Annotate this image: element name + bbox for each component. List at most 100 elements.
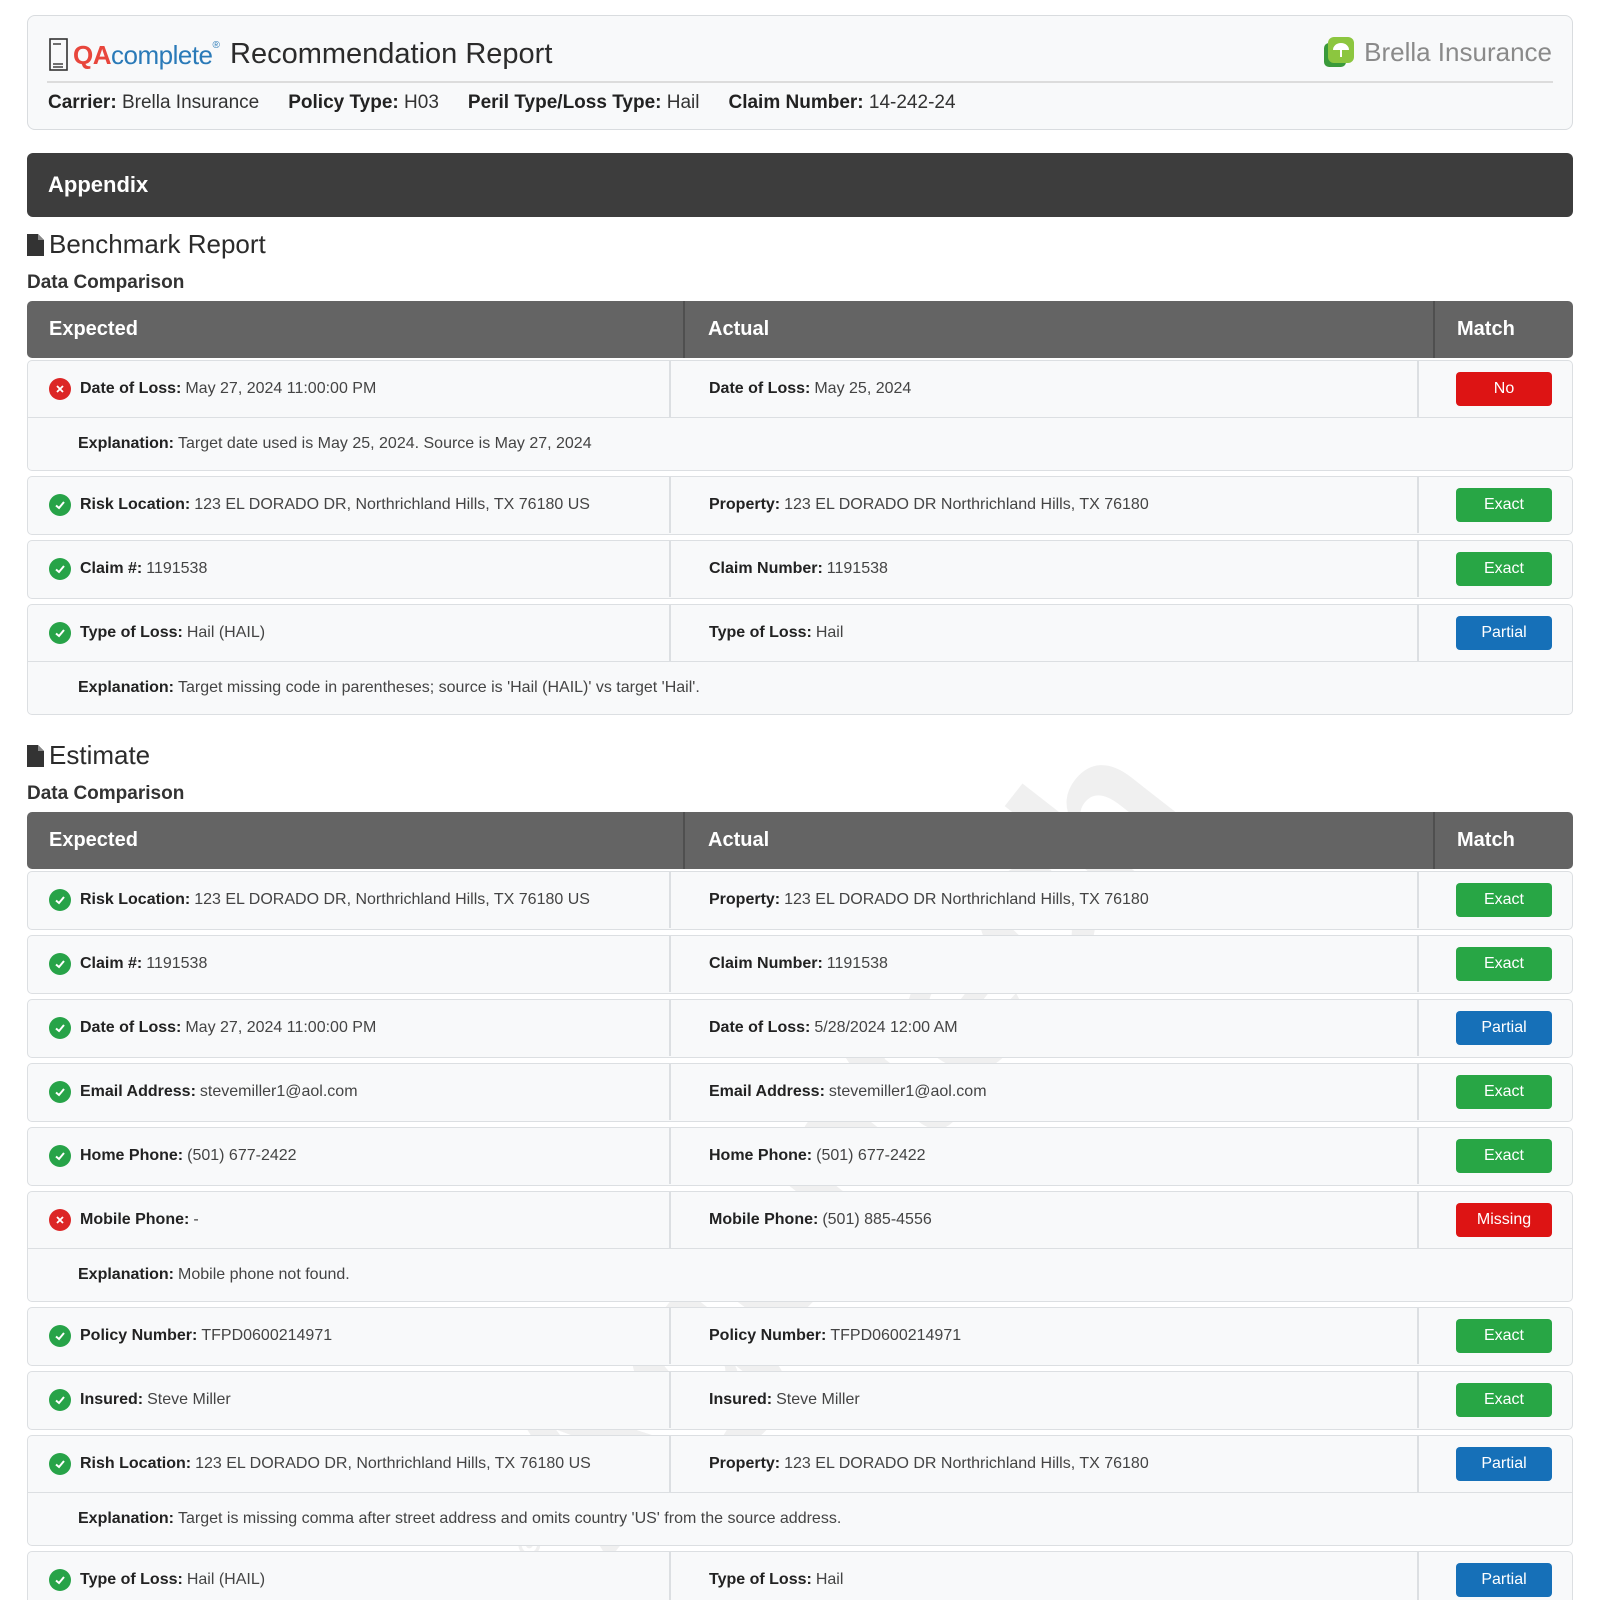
- expected-value: May 27, 2024 11:00:00 PM: [185, 380, 377, 397]
- expected-label: Home Phone:: [80, 1147, 184, 1164]
- check-circle-icon: [49, 1145, 71, 1167]
- comparison-row: Policy Number: TFPD0600214971 Policy Numbe…: [27, 1307, 1573, 1366]
- check-circle-icon: [49, 953, 71, 975]
- match-badge: Partial: [1456, 1447, 1552, 1481]
- actual-label: Mobile Phone:: [709, 1211, 819, 1228]
- actual-label: Property:: [709, 496, 781, 513]
- actual-value: 123 EL DORADO DR Northrichland Hills, TX…: [784, 891, 1149, 908]
- error-circle-icon: [49, 1209, 71, 1231]
- header-divider: [47, 81, 1553, 83]
- explanation-row: Explanation: Target missing code in paren…: [28, 661, 1572, 713]
- actual-label: Insured:: [709, 1391, 773, 1408]
- explanation-label: Explanation:: [78, 434, 175, 452]
- expected-label: Insured:: [80, 1391, 144, 1408]
- actual-cell: Home Phone: (501) 677-2422: [709, 1128, 926, 1184]
- claim-meta: Carrier: Brella Insurance Policy Type: H…: [48, 92, 985, 114]
- explanation-label: Explanation:: [78, 678, 175, 696]
- expected-label: Email Address:: [80, 1083, 196, 1100]
- comparison-row: Insured: Steve Miller Insured: Steve Miller…: [27, 1371, 1573, 1430]
- actual-label: Email Address:: [709, 1083, 825, 1100]
- actual-value: stevemiller1@aol.com: [828, 1083, 987, 1100]
- comparison-row: Risk Location: 123 EL DORADO DR, Northric…: [27, 871, 1573, 930]
- actual-cell: Date of Loss: 5/28/2024 12:00 AM: [709, 1000, 958, 1056]
- match-badge: Exact: [1456, 1139, 1552, 1173]
- file-icon: [27, 744, 44, 767]
- col-actual: Actual: [708, 829, 770, 851]
- actual-label: Date of Loss:: [709, 380, 811, 397]
- expected-value: 1191538: [146, 560, 208, 577]
- check-circle-icon: [49, 1081, 71, 1103]
- expected-cell: Rish Location: 123 EL DORADO DR, Northric…: [49, 1436, 591, 1492]
- check-circle-icon: [49, 1325, 71, 1347]
- actual-cell: Property: 123 EL DORADO DR Northrichland …: [709, 872, 1149, 928]
- explanation-text: Target missing code in parentheses; sour…: [178, 678, 700, 696]
- match-badge: Exact: [1456, 1319, 1552, 1353]
- expected-cell: Date of Loss: May 27, 2024 11:00:00 PM: [49, 1000, 376, 1056]
- expected-label: Risk Location:: [80, 891, 191, 908]
- explanation-text: Target date used is May 25, 2024. Source…: [178, 434, 592, 452]
- actual-value: (501) 677-2422: [816, 1147, 926, 1164]
- expected-value: (501) 677-2422: [187, 1147, 297, 1164]
- expected-value: stevemiller1@aol.com: [199, 1083, 358, 1100]
- error-circle-icon: [49, 378, 71, 400]
- col-expected: Expected: [49, 829, 138, 851]
- appendix-header: Appendix: [27, 153, 1573, 217]
- expected-label: Claim #:: [80, 955, 143, 972]
- expected-cell: Email Address: stevemiller1@aol.com: [49, 1064, 358, 1120]
- expected-label: Risk Location:: [80, 496, 191, 513]
- match-badge: Exact: [1456, 1383, 1552, 1417]
- actual-label: Property:: [709, 1455, 781, 1472]
- actual-value: Steve Miller: [776, 1391, 860, 1408]
- expected-cell: Mobile Phone: -: [49, 1192, 199, 1248]
- umbrella-icon: [1324, 37, 1355, 67]
- comparison-row: Risk Location: 123 EL DORADO DR, Northric…: [27, 476, 1573, 535]
- logo-wordmark: QAcomplete®: [73, 39, 220, 70]
- actual-label: Home Phone:: [709, 1147, 813, 1164]
- expected-value: -: [193, 1211, 199, 1228]
- actual-cell: Date of Loss: May 25, 2024: [709, 361, 911, 417]
- explanation-text: Mobile phone not found.: [178, 1265, 350, 1283]
- actual-value: 123 EL DORADO DR Northrichland Hills, TX…: [784, 1455, 1149, 1472]
- actual-label: Claim Number:: [709, 955, 823, 972]
- check-circle-icon: [49, 1453, 71, 1475]
- check-circle-icon: [49, 1569, 71, 1591]
- expected-value: Steve Miller: [147, 1391, 231, 1408]
- report-header: QAcomplete® Recommendation Report Brella…: [27, 15, 1573, 130]
- check-circle-icon: [49, 622, 71, 644]
- meta-carrier: Carrier: Brella Insurance: [48, 92, 260, 113]
- comparison-row: Date of Loss: May 27, 2024 11:00:00 PM Dat…: [27, 360, 1573, 471]
- explanation-text: Target is missing comma after street add…: [178, 1509, 842, 1527]
- expected-cell: Type of Loss: Hail (HAIL): [49, 1552, 265, 1600]
- expected-label: Date of Loss:: [80, 380, 182, 397]
- match-badge: Exact: [1456, 947, 1552, 981]
- expected-label: Type of Loss:: [80, 624, 183, 641]
- file-icon: [27, 233, 44, 256]
- expected-label: Rish Location:: [80, 1455, 192, 1472]
- actual-value: 123 EL DORADO DR Northrichland Hills, TX…: [784, 496, 1149, 513]
- comparison-row: Rish Location: 123 EL DORADO DR, Northric…: [27, 1435, 1573, 1546]
- benchmark-section-title: Benchmark Report: [27, 229, 266, 260]
- actual-cell: Property: 123 EL DORADO DR Northrichland …: [709, 477, 1149, 533]
- actual-label: Type of Loss:: [709, 624, 812, 641]
- col-match: Match: [1457, 829, 1515, 851]
- qacomplete-logo: QAcomplete®: [49, 37, 220, 73]
- actual-label: Type of Loss:: [709, 1571, 812, 1588]
- actual-value: TFPD0600214971: [830, 1327, 962, 1344]
- actual-cell: Claim Number: 1191538: [709, 541, 888, 597]
- actual-cell: Property: 123 EL DORADO DR Northrichland …: [709, 1436, 1149, 1492]
- check-circle-icon: [49, 494, 71, 516]
- explanation-label: Explanation:: [78, 1265, 175, 1283]
- match-badge: Partial: [1456, 1011, 1552, 1045]
- actual-cell: Type of Loss: Hail: [709, 1552, 843, 1600]
- expected-value: Hail (HAIL): [186, 1571, 266, 1588]
- expected-cell: Risk Location: 123 EL DORADO DR, Northric…: [49, 477, 590, 533]
- match-badge: Exact: [1456, 552, 1552, 586]
- expected-label: Mobile Phone:: [80, 1211, 190, 1228]
- expected-cell: Insured: Steve Miller: [49, 1372, 231, 1428]
- expected-value: 123 EL DORADO DR, Northrichland Hills, T…: [194, 891, 590, 908]
- estimate-table-header: Expected Actual Match: [27, 812, 1573, 869]
- expected-value: 1191538: [146, 955, 208, 972]
- expected-cell: Date of Loss: May 27, 2024 11:00:00 PM: [49, 361, 376, 417]
- comparison-row: Mobile Phone: - Mobile Phone: (501) 885-455…: [27, 1191, 1573, 1302]
- actual-cell: Insured: Steve Miller: [709, 1372, 860, 1428]
